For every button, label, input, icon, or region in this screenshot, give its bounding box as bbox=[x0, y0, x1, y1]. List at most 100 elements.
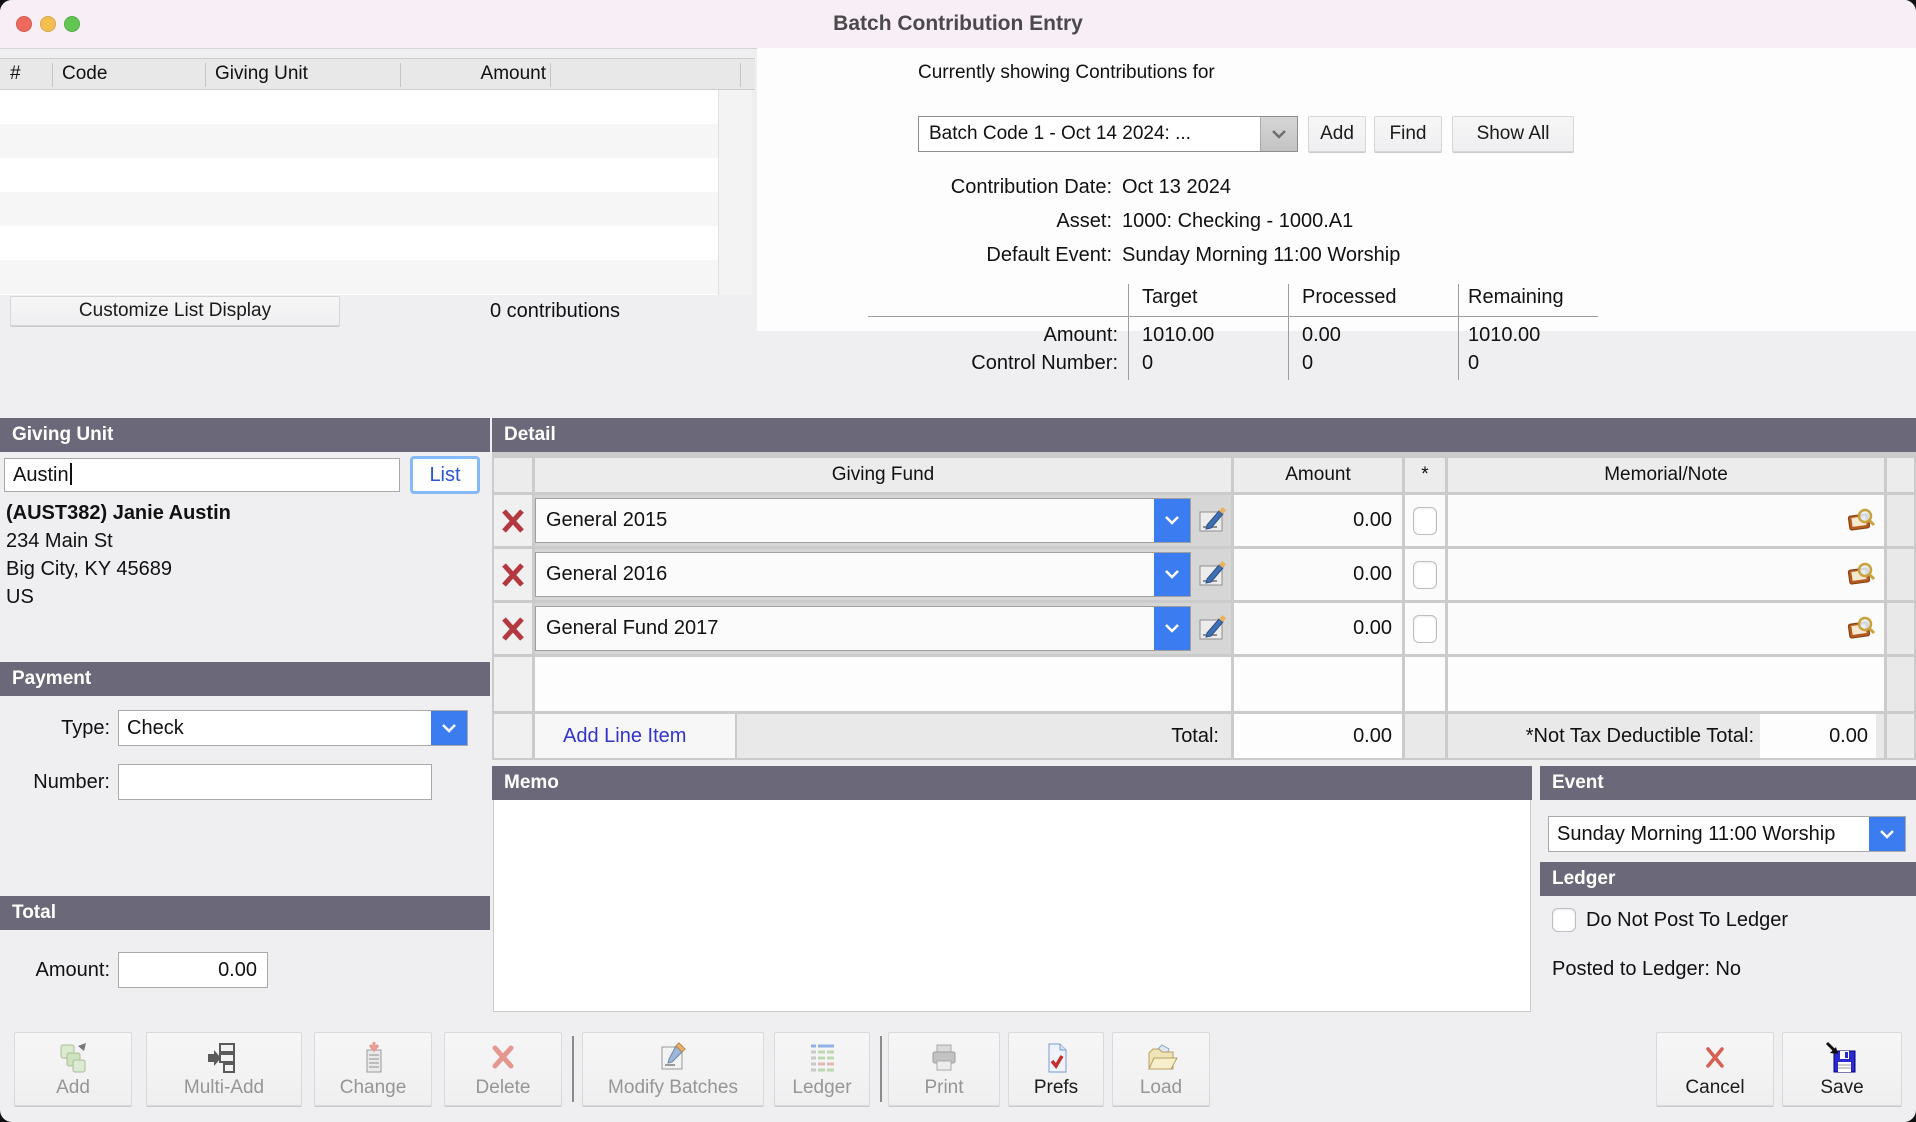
modify-batches-icon bbox=[655, 1041, 691, 1075]
ledger-header: Ledger bbox=[1540, 862, 1916, 896]
zoom-window-icon[interactable] bbox=[64, 16, 80, 32]
payment-header: Payment bbox=[0, 662, 490, 696]
memo-header: Memo bbox=[492, 766, 1532, 800]
load-button[interactable]: Load bbox=[1112, 1032, 1210, 1106]
multi-add-button[interactable]: Multi-Add bbox=[146, 1032, 302, 1106]
total-amount-label: Amount: bbox=[0, 952, 110, 988]
contribution-count: 0 contributions bbox=[430, 300, 680, 323]
delete-line-button[interactable] bbox=[494, 549, 532, 600]
delete-line-button[interactable] bbox=[494, 603, 532, 654]
batch-show-all-button[interactable]: Show All bbox=[1452, 116, 1574, 152]
ntd-total-value: 0.00 bbox=[1760, 714, 1876, 758]
cancel-button[interactable]: Cancel bbox=[1656, 1032, 1774, 1106]
contribution-date-label: Contribution Date: bbox=[762, 176, 1112, 199]
chevron-down-icon[interactable] bbox=[1154, 553, 1190, 596]
modify-batches-button[interactable]: Modify Batches bbox=[582, 1032, 764, 1106]
col-number: # bbox=[10, 59, 21, 91]
fund-select[interactable]: General 2016 bbox=[535, 552, 1191, 597]
contribution-list[interactable] bbox=[0, 90, 718, 295]
add-button[interactable]: Add bbox=[14, 1032, 132, 1106]
detail-total-label: Total: bbox=[737, 714, 1231, 758]
payment-type-select[interactable]: Check bbox=[118, 710, 468, 746]
ntd-total-label: *Not Tax Deductible Total: bbox=[1448, 714, 1754, 758]
default-event-value: Sunday Morning 11:00 Worship bbox=[1122, 244, 1400, 267]
summary-control-label: Control Number: bbox=[868, 352, 1118, 375]
save-button[interactable]: Save bbox=[1782, 1032, 1902, 1106]
ledger-icon bbox=[804, 1041, 840, 1075]
summary-control-target: 0 bbox=[1142, 352, 1153, 375]
chevron-down-icon[interactable] bbox=[1154, 607, 1190, 650]
delete-x-icon bbox=[500, 562, 526, 588]
batch-add-button[interactable]: Add bbox=[1308, 116, 1366, 152]
total-amount-input[interactable]: 0.00 bbox=[118, 952, 268, 988]
payment-number-label: Number: bbox=[0, 764, 110, 800]
detail-total-value: 0.00 bbox=[1234, 714, 1402, 758]
giving-unit-list-button[interactable]: List bbox=[410, 456, 480, 494]
col-amount: Amount bbox=[400, 59, 546, 91]
edit-fund-icon[interactable] bbox=[1197, 613, 1227, 643]
col-code: Code bbox=[62, 59, 107, 91]
memorial-note-field[interactable] bbox=[1448, 549, 1884, 600]
event-header: Event bbox=[1540, 766, 1916, 800]
memorial-lookup-icon[interactable] bbox=[1846, 560, 1876, 588]
giving-unit-header: Giving Unit bbox=[0, 418, 490, 452]
print-button[interactable]: Print bbox=[888, 1032, 1000, 1106]
not-deductible-checkbox[interactable] bbox=[1413, 615, 1437, 643]
toolbar-separator bbox=[880, 1036, 882, 1102]
fund-select[interactable]: General Fund 2017 bbox=[535, 606, 1191, 651]
memorial-note-field[interactable] bbox=[1448, 495, 1884, 546]
line-amount-field[interactable]: 0.00 bbox=[1234, 603, 1402, 654]
fund-select[interactable]: General 2015 bbox=[535, 498, 1191, 543]
chevron-down-icon[interactable] bbox=[1260, 117, 1297, 151]
not-deductible-checkbox[interactable] bbox=[1413, 561, 1437, 589]
close-window-icon[interactable] bbox=[16, 16, 32, 32]
customize-list-display-button[interactable]: Customize List Display bbox=[10, 296, 340, 326]
default-event-label: Default Event: bbox=[762, 244, 1112, 267]
memorial-lookup-icon[interactable] bbox=[1846, 506, 1876, 534]
delete-button[interactable]: Delete bbox=[444, 1032, 562, 1106]
line-amount-field[interactable]: 0.00 bbox=[1234, 549, 1402, 600]
chevron-down-icon[interactable] bbox=[431, 711, 467, 745]
add-icon bbox=[55, 1041, 91, 1075]
summary-amount-label: Amount: bbox=[868, 324, 1118, 347]
load-icon bbox=[1143, 1041, 1179, 1075]
change-button[interactable]: Change bbox=[314, 1032, 432, 1106]
memo-textarea[interactable] bbox=[493, 800, 1531, 1012]
summary-control-remaining: 0 bbox=[1468, 352, 1479, 375]
summary-amount-processed: 0.00 bbox=[1302, 324, 1341, 347]
contribution-list-scrollbar[interactable] bbox=[718, 90, 752, 295]
memorial-note-field[interactable] bbox=[1448, 603, 1884, 654]
delete-line-button[interactable] bbox=[494, 495, 532, 546]
batch-find-button[interactable]: Find bbox=[1374, 116, 1442, 152]
asset-label: Asset: bbox=[762, 210, 1112, 233]
summary-control-processed: 0 bbox=[1302, 352, 1313, 375]
add-line-item-link[interactable]: Add Line Item bbox=[563, 714, 686, 758]
not-deductible-checkbox[interactable] bbox=[1413, 507, 1437, 535]
edit-fund-icon[interactable] bbox=[1197, 559, 1227, 589]
edit-fund-icon[interactable] bbox=[1197, 505, 1227, 535]
event-select[interactable]: Sunday Morning 11:00 Worship bbox=[1548, 816, 1906, 852]
prefs-button[interactable]: Prefs bbox=[1008, 1032, 1104, 1106]
fund-select-value: General 2015 bbox=[546, 509, 667, 531]
window-title: Batch Contribution Entry bbox=[0, 0, 1916, 48]
minimize-window-icon[interactable] bbox=[40, 16, 56, 32]
batch-select[interactable]: Batch Code 1 - Oct 14 2024: ... bbox=[918, 116, 1298, 152]
payment-type-value: Check bbox=[127, 711, 184, 745]
fund-select-value: General Fund 2017 bbox=[546, 617, 718, 639]
change-icon bbox=[355, 1041, 391, 1075]
chevron-down-icon[interactable] bbox=[1869, 817, 1905, 851]
do-not-post-checkbox[interactable] bbox=[1552, 908, 1576, 932]
chevron-down-icon[interactable] bbox=[1154, 499, 1190, 542]
giving-unit-search-input[interactable]: Austin bbox=[4, 458, 400, 492]
ledger-button[interactable]: Ledger bbox=[774, 1032, 870, 1106]
contribution-list-header: # Code Giving Unit Amount bbox=[0, 58, 755, 90]
memorial-lookup-icon[interactable] bbox=[1846, 614, 1876, 642]
summary-col-target: Target bbox=[1142, 286, 1198, 309]
giving-unit-address3: US bbox=[6, 586, 34, 609]
line-amount-field[interactable]: 0.00 bbox=[1234, 495, 1402, 546]
text-cursor bbox=[70, 463, 72, 485]
payment-number-input[interactable] bbox=[118, 764, 432, 800]
cancel-icon bbox=[1697, 1041, 1733, 1075]
total-header: Total bbox=[0, 896, 490, 930]
detail-header: Detail bbox=[492, 418, 1916, 452]
